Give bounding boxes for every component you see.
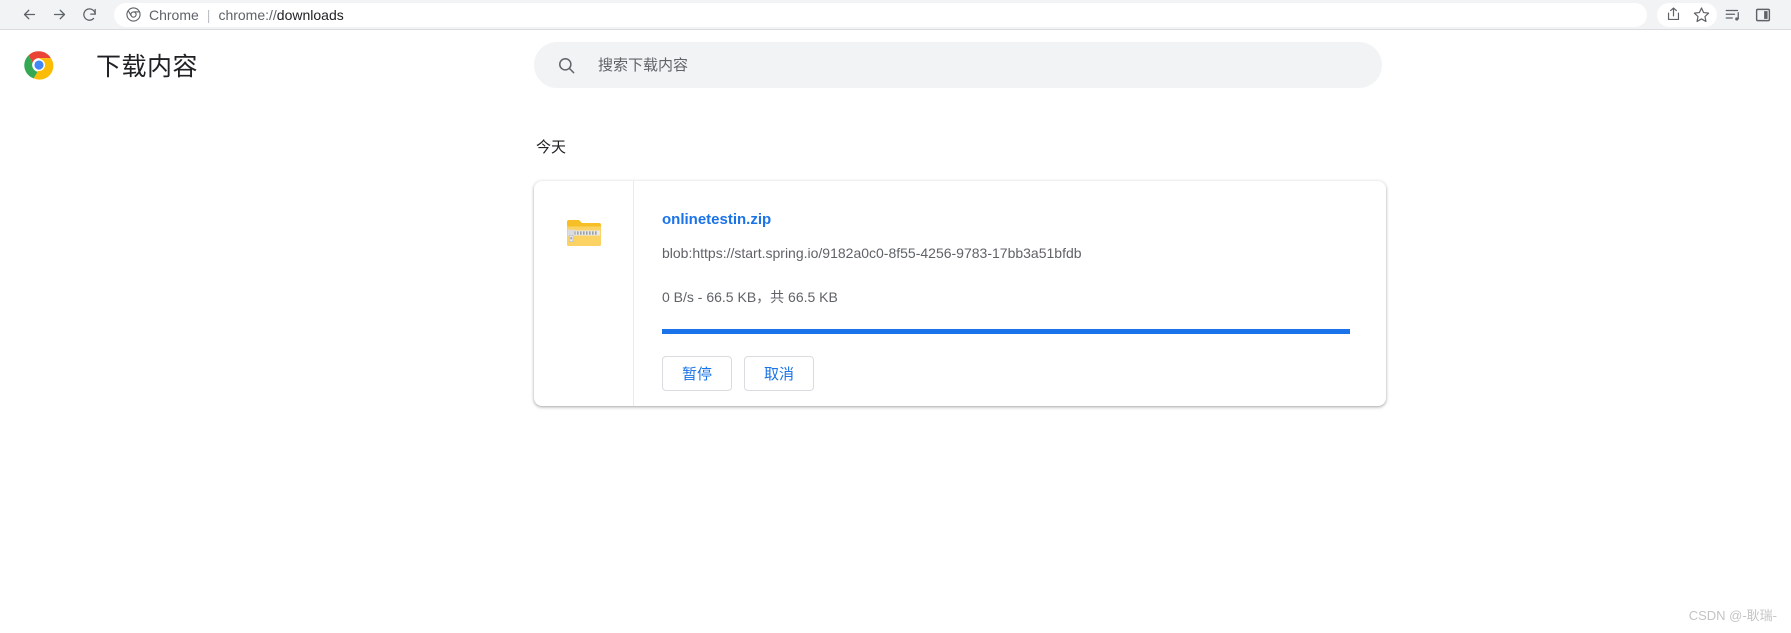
download-status-text: 0 B/s - 66.5 KB，共 66.5 KB [662, 289, 838, 305]
search-box[interactable] [534, 42, 1382, 88]
toolbar-actions [1657, 1, 1777, 29]
chrome-logo [24, 50, 54, 80]
page-title: 下载内容 [96, 53, 199, 81]
download-actions: 暂停 取消 [662, 356, 1350, 391]
zip-folder-glyph-icon [566, 220, 601, 246]
toolbar-action-group [1657, 1, 1717, 29]
download-progress-bar [662, 329, 1350, 334]
chrome-logo-icon [24, 50, 54, 80]
omnibox-url-scheme: chrome:// [218, 6, 277, 23]
reload-icon [82, 8, 96, 21]
star-icon [1693, 7, 1709, 23]
reload-button[interactable] [74, 0, 104, 30]
download-source-url: blob:https://start.spring.io/9182a0c0-8f… [662, 245, 1082, 261]
omnibox-url-host: downloads [276, 6, 344, 23]
bookmark-button[interactable] [1687, 1, 1715, 29]
date-heading: 今天 [536, 139, 567, 156]
side-panel-icon [1755, 8, 1771, 21]
download-file-icon-column [534, 181, 634, 406]
back-button[interactable] [14, 0, 44, 30]
chrome-glyph-icon [126, 7, 141, 22]
chrome-page-icon [126, 7, 141, 22]
search-input[interactable] [598, 56, 1360, 74]
address-bar[interactable]: Chrome | chrome://downloads [114, 2, 1647, 27]
share-icon [1667, 7, 1679, 21]
download-details: onlinetestin.zip blob:https://start.spri… [634, 181, 1386, 406]
search-icon [556, 55, 576, 75]
media-control-icon [1725, 9, 1739, 21]
download-filename-link[interactable]: onlinetestin.zip [662, 211, 771, 228]
omnibox-scheme-label: Chrome [149, 6, 199, 23]
magnifier-icon [558, 57, 574, 73]
download-progress-fill [662, 329, 1350, 334]
media-control-button[interactable] [1719, 1, 1747, 29]
downloads-list: 今天 onlinetestin.zip blob:https://start.s… [534, 136, 1386, 406]
downloads-page: 下载内容 今天 [0, 30, 1791, 632]
watermark: CSDN @-耿瑞- [1688, 608, 1777, 623]
search-container [534, 42, 1382, 88]
omnibox-url-text: chrome://downloads [218, 7, 343, 23]
forward-button[interactable] [44, 0, 74, 30]
zip-folder-icon [566, 217, 602, 249]
omnibox-separator: | [206, 6, 211, 23]
cancel-button[interactable]: 取消 [744, 356, 814, 391]
download-item: onlinetestin.zip blob:https://start.spri… [534, 181, 1386, 406]
side-panel-button[interactable] [1749, 1, 1777, 29]
back-arrow-icon [23, 9, 35, 20]
forward-arrow-icon [53, 9, 65, 20]
pause-button[interactable]: 暂停 [662, 356, 732, 391]
share-button[interactable] [1659, 1, 1687, 29]
browser-toolbar: Chrome | chrome://downloads [0, 0, 1791, 30]
